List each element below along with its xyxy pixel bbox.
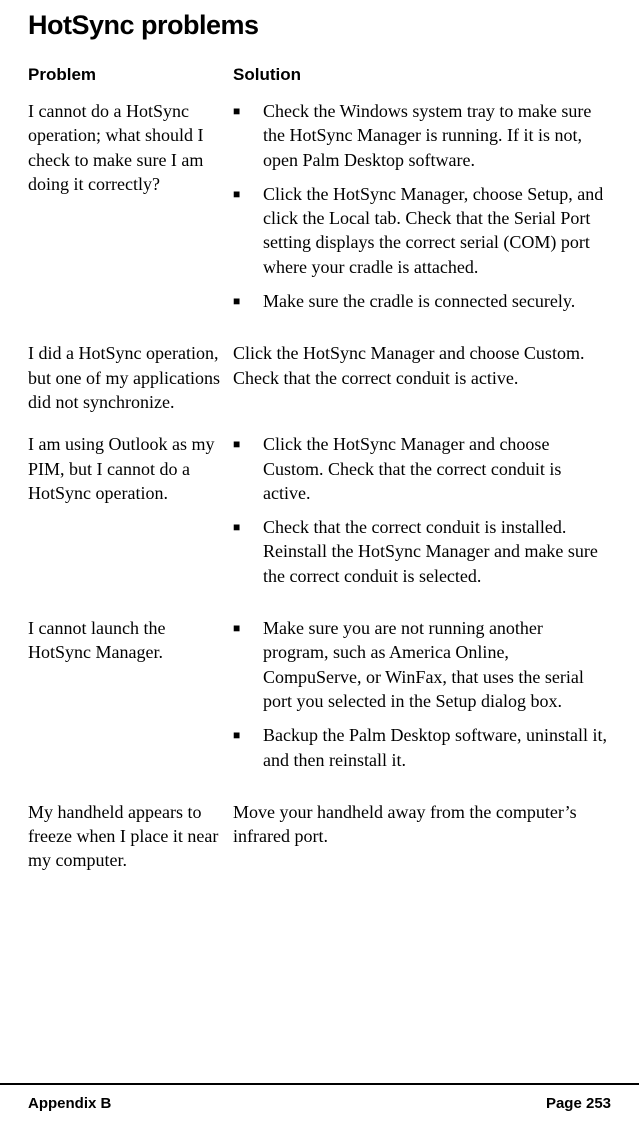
bullet-text: Make sure the cradle is connected secure… xyxy=(263,289,611,313)
bullet-text: Check the Windows system tray to make su… xyxy=(263,99,611,172)
bullet-icon: ■ xyxy=(233,432,263,505)
bullet-icon: ■ xyxy=(233,723,263,772)
bullet-icon: ■ xyxy=(233,289,263,313)
table-row: I cannot launch the HotSync Manager. ■ M… xyxy=(28,616,611,782)
solution-cell: ■ Click the HotSync Manager and choose C… xyxy=(233,432,611,598)
solution-cell: Move your handheld away from the compute… xyxy=(233,800,611,873)
header-problem: Problem xyxy=(28,65,233,85)
problem-text: I cannot do a HotSync operation; what sh… xyxy=(28,99,233,323)
bullet-item: ■ Check that the correct conduit is inst… xyxy=(233,515,611,588)
table-row: I cannot do a HotSync operation; what sh… xyxy=(28,99,611,323)
table-row: I am using Outlook as my PIM, but I cann… xyxy=(28,432,611,598)
bullet-text: Check that the correct conduit is instal… xyxy=(263,515,611,588)
bullet-item: ■ Make sure you are not running another … xyxy=(233,616,611,713)
bullet-text: Backup the Palm Desktop software, uninst… xyxy=(263,723,611,772)
footer-appendix: Appendix B xyxy=(28,1095,111,1112)
table-row: I did a HotSync operation, but one of my… xyxy=(28,341,611,414)
bullet-icon: ■ xyxy=(233,182,263,279)
bullet-icon: ■ xyxy=(233,616,263,713)
table-header: Problem Solution xyxy=(28,65,611,85)
page-footer: Appendix B Page 253 xyxy=(0,1083,639,1132)
problem-text: I am using Outlook as my PIM, but I cann… xyxy=(28,432,233,598)
solution-text: Move your handheld away from the compute… xyxy=(233,800,611,849)
problem-text: I did a HotSync operation, but one of my… xyxy=(28,341,233,414)
solution-cell: ■ Make sure you are not running another … xyxy=(233,616,611,782)
problem-text: My handheld appears to freeze when I pla… xyxy=(28,800,233,873)
bullet-item: ■ Click the HotSync Manager and choose C… xyxy=(233,432,611,505)
page-title: HotSync problems xyxy=(28,10,611,41)
solution-cell: ■ Check the Windows system tray to make … xyxy=(233,99,611,323)
bullet-text: Click the HotSync Manager, choose Setup,… xyxy=(263,182,611,279)
solution-text: Click the HotSync Manager and choose Cus… xyxy=(233,341,611,390)
solution-cell: Click the HotSync Manager and choose Cus… xyxy=(233,341,611,414)
bullet-text: Make sure you are not running another pr… xyxy=(263,616,611,713)
problem-text: I cannot launch the HotSync Manager. xyxy=(28,616,233,782)
bullet-icon: ■ xyxy=(233,99,263,172)
bullet-icon: ■ xyxy=(233,515,263,588)
footer-page-number: Page 253 xyxy=(546,1095,611,1112)
bullet-item: ■ Make sure the cradle is connected secu… xyxy=(233,289,611,313)
bullet-item: ■ Backup the Palm Desktop software, unin… xyxy=(233,723,611,772)
bullet-item: ■ Check the Windows system tray to make … xyxy=(233,99,611,172)
table-row: My handheld appears to freeze when I pla… xyxy=(28,800,611,873)
bullet-text: Click the HotSync Manager and choose Cus… xyxy=(263,432,611,505)
header-solution: Solution xyxy=(233,65,301,85)
bullet-item: ■ Click the HotSync Manager, choose Setu… xyxy=(233,182,611,279)
